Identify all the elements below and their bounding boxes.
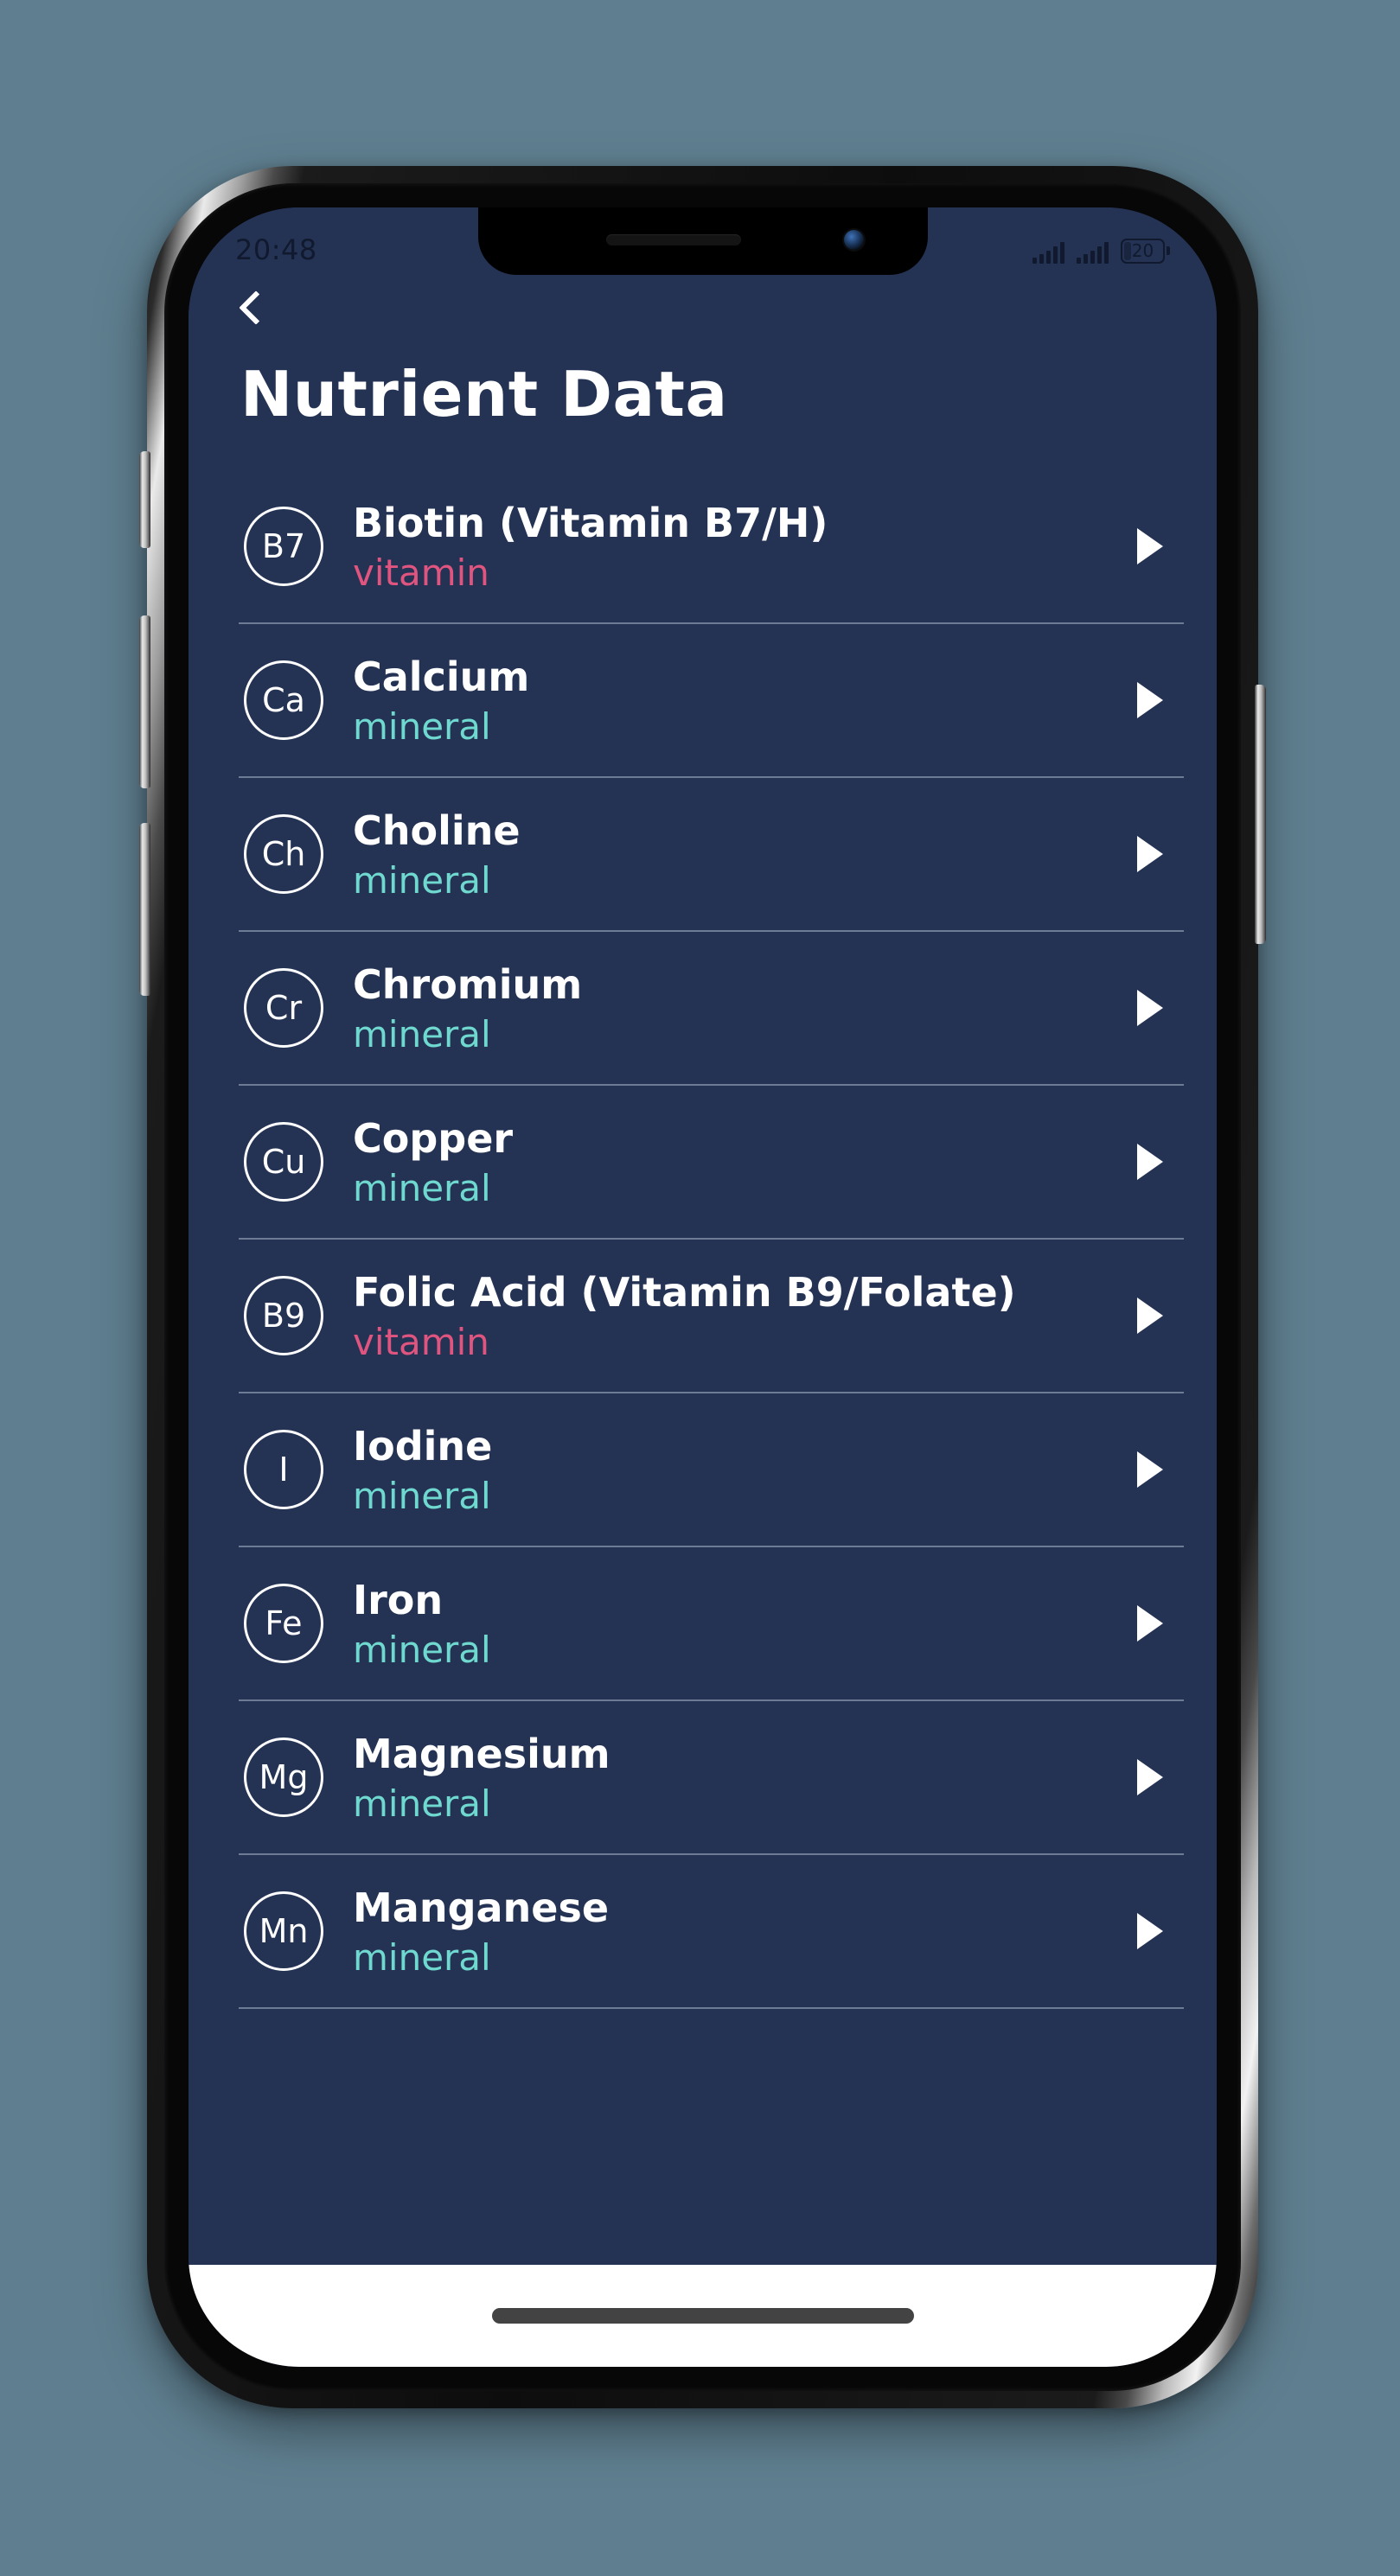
chevron-right-icon[interactable] (1137, 990, 1163, 1026)
list-item[interactable]: B9 Folic Acid (Vitamin B9/Folate) vitami… (239, 1240, 1184, 1393)
nutrient-symbol-badge: Cu (244, 1122, 323, 1202)
nutrient-symbol-label: I (278, 1451, 289, 1489)
nutrient-symbol-badge: Mn (244, 1891, 323, 1971)
list-item-text: Calcium mineral (353, 654, 1137, 747)
nutrient-symbol-label: Mg (259, 1758, 309, 1796)
nutrient-symbol-label: B9 (261, 1297, 306, 1335)
chevron-right-icon[interactable] (1137, 1451, 1163, 1488)
chevron-right-icon[interactable] (1137, 528, 1163, 564)
list-item-text: Manganese mineral (353, 1884, 1137, 1980)
chevron-right-icon[interactable] (1137, 1144, 1163, 1180)
power-button[interactable] (1255, 685, 1266, 944)
list-item-text: Chromium mineral (353, 960, 1137, 1056)
list-item[interactable]: Mn Manganese mineral (239, 1855, 1184, 2009)
nutrient-symbol-badge: Cr (244, 968, 323, 1048)
back-chevron-icon (239, 290, 273, 325)
nutrient-data-app: Nutrient Data B7 Biotin (Vitamin B7/H) v… (189, 207, 1217, 2367)
cellular-signal-icon (1077, 241, 1109, 264)
nutrient-symbol-label: Ch (261, 835, 306, 873)
chevron-right-icon[interactable] (1137, 1913, 1163, 1949)
nutrient-name: Folic Acid (Vitamin B9/Folate) (353, 1268, 1016, 1316)
list-item[interactable]: Cu Copper mineral (239, 1086, 1184, 1240)
nutrient-list[interactable]: B7 Biotin (Vitamin B7/H) vitamin Ca Calc… (189, 470, 1217, 2265)
nutrient-type: mineral (353, 1936, 491, 1980)
nutrient-type: mineral (353, 705, 491, 749)
back-button[interactable] (239, 284, 287, 332)
list-item[interactable]: Cr Chromium mineral (239, 932, 1184, 1086)
status-bar-indicators: 20 (1032, 238, 1170, 264)
nutrient-symbol-badge: Ca (244, 660, 323, 740)
volume-up-button[interactable] (139, 615, 150, 788)
nutrient-name: Calcium (353, 653, 530, 700)
list-item-text: Biotin (Vitamin B7/H) vitamin (353, 499, 1137, 595)
nutrient-symbol-badge: B7 (244, 507, 323, 586)
nutrient-symbol-label: Cu (261, 1143, 306, 1181)
nutrient-name: Iodine (353, 1422, 493, 1470)
cellular-signal-icon (1032, 241, 1064, 264)
chevron-right-icon[interactable] (1137, 1759, 1163, 1795)
list-item[interactable]: Mg Magnesium mineral (239, 1701, 1184, 1855)
nutrient-type: mineral (353, 1782, 491, 1826)
battery-level-label: 20 (1131, 240, 1154, 261)
nutrient-type: mineral (353, 1013, 491, 1056)
home-indicator[interactable] (491, 2308, 914, 2324)
phone-device-frame: Nutrient Data B7 Biotin (Vitamin B7/H) v… (139, 166, 1266, 2408)
battery-cap (1167, 246, 1170, 255)
list-item[interactable]: Fe Iron mineral (239, 1547, 1184, 1701)
battery-icon: 20 (1121, 238, 1170, 264)
nutrient-symbol-badge: Ch (244, 814, 323, 894)
nutrient-name: Choline (353, 807, 521, 854)
page-background: Nutrient Data B7 Biotin (Vitamin B7/H) v… (0, 0, 1400, 2576)
list-item-text: Magnesium mineral (353, 1731, 1137, 1824)
phone-screen: Nutrient Data B7 Biotin (Vitamin B7/H) v… (189, 207, 1217, 2367)
speaker-grille-icon (605, 234, 741, 245)
nutrient-symbol-label: Ca (262, 681, 305, 719)
page-title: Nutrient Data (240, 358, 728, 430)
nutrient-symbol-badge: Mg (244, 1738, 323, 1817)
list-item[interactable]: I Iodine mineral (239, 1393, 1184, 1547)
list-item-text: Iron mineral (353, 1576, 1137, 1672)
silent-switch-button[interactable] (139, 451, 150, 548)
nutrient-type: mineral (353, 1167, 491, 1210)
list-item-text: Folic Acid (Vitamin B9/Folate) vitamin (353, 1268, 1137, 1364)
nutrient-type: mineral (353, 1475, 491, 1518)
nutrient-symbol-badge: Fe (244, 1584, 323, 1663)
chevron-right-icon[interactable] (1137, 682, 1163, 718)
home-bar-area (189, 2265, 1217, 2367)
chevron-right-icon[interactable] (1137, 836, 1163, 872)
front-camera-icon (843, 230, 864, 250)
nutrient-name: Biotin (Vitamin B7/H) (353, 499, 828, 546)
nutrient-type: vitamin (353, 1321, 489, 1364)
chevron-right-icon[interactable] (1137, 1605, 1163, 1642)
nutrient-name: Chromium (353, 960, 583, 1008)
nutrient-symbol-label: Cr (265, 989, 303, 1027)
nutrient-name: Manganese (353, 1884, 610, 1931)
status-bar-clock: 20:48 (235, 233, 317, 266)
nutrient-name: Magnesium (353, 1730, 611, 1777)
volume-down-button[interactable] (139, 823, 150, 996)
list-item[interactable]: Ca Calcium mineral (239, 624, 1184, 778)
list-item-text: Iodine mineral (353, 1422, 1137, 1518)
list-item[interactable]: Ch Choline mineral (239, 778, 1184, 932)
nutrient-name: Copper (353, 1114, 514, 1162)
display-notch (477, 207, 928, 275)
nutrient-symbol-label: B7 (261, 527, 306, 565)
nutrient-name: Iron (353, 1576, 444, 1623)
battery-fill (1124, 241, 1131, 260)
battery-body: 20 (1121, 238, 1165, 264)
nutrient-type: vitamin (353, 552, 489, 595)
list-item[interactable]: B7 Biotin (Vitamin B7/H) vitamin (239, 470, 1184, 624)
nutrient-type: mineral (353, 859, 491, 902)
chevron-right-icon[interactable] (1137, 1298, 1163, 1334)
nutrient-type: mineral (353, 1629, 491, 1672)
list-item-text: Copper mineral (353, 1114, 1137, 1210)
nutrient-symbol-label: Fe (265, 1604, 303, 1642)
list-item-text: Choline mineral (353, 807, 1137, 902)
nutrient-symbol-badge: B9 (244, 1276, 323, 1355)
nutrient-symbol-label: Mn (259, 1912, 309, 1950)
nutrient-symbol-badge: I (244, 1430, 323, 1509)
